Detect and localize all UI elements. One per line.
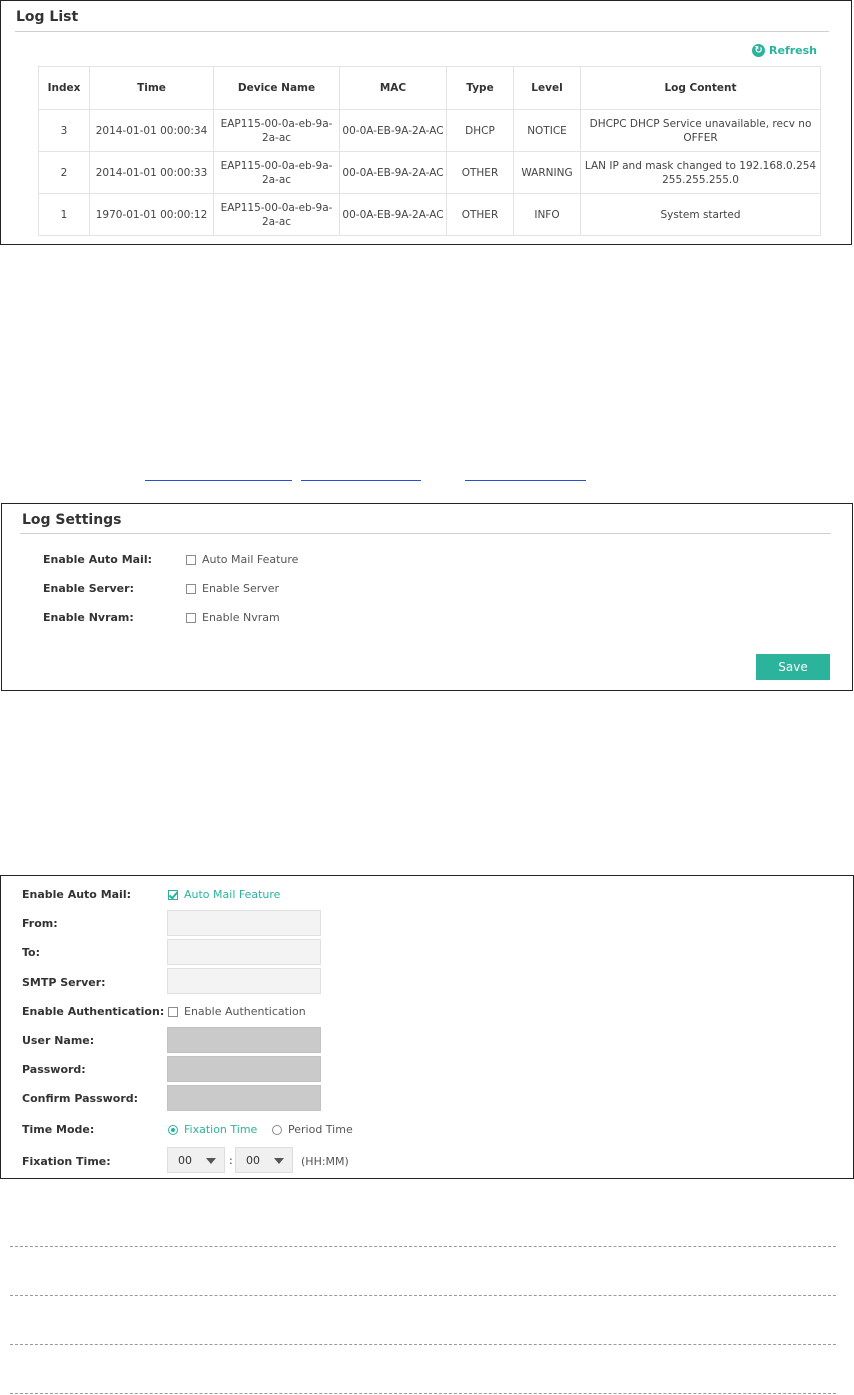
password-field xyxy=(167,1056,321,1082)
table-row: 3 2014-01-01 00:00:34 EAP115-00-0a-eb-9a… xyxy=(38,109,821,152)
dashed-divider xyxy=(10,1344,836,1345)
link-underline-2[interactable] xyxy=(301,480,421,481)
minute-select[interactable]: 00 xyxy=(235,1147,293,1173)
cell-device-name: EAP115-00-0a-eb-9a-2a-ac xyxy=(213,109,340,152)
cell-mac: 00-0A-EB-9A-2A-AC xyxy=(339,109,447,152)
cell-log-content: LAN IP and mask changed to 192.168.0.254… xyxy=(580,151,821,194)
period-time-option: Period Time xyxy=(288,1123,353,1136)
user-name-label: User Name: xyxy=(22,1034,95,1047)
password-label: Password: xyxy=(22,1063,86,1076)
cell-type: DHCP xyxy=(446,109,514,152)
cell-time: 2014-01-01 00:00:34 xyxy=(89,109,214,152)
column-header-mac[interactable]: MAC xyxy=(339,66,447,110)
smtp-server-field[interactable] xyxy=(167,968,321,994)
log-list-divider xyxy=(15,31,829,32)
enable-server-label: Enable Server: xyxy=(43,582,134,595)
radio-icon xyxy=(272,1124,282,1135)
auto-mail-panel xyxy=(0,875,854,1179)
checkbox-icon xyxy=(168,1006,178,1017)
dropdown-caret-icon xyxy=(206,1158,216,1164)
enable-authentication-label: Enable Authentication: xyxy=(22,1005,165,1018)
cell-level: WARNING xyxy=(513,151,581,194)
cell-index: 2 xyxy=(38,151,90,194)
link-underline-3[interactable] xyxy=(465,480,586,481)
cell-mac: 00-0A-EB-9A-2A-AC xyxy=(339,193,447,236)
dashed-divider xyxy=(10,1393,836,1394)
server-option: Enable Server xyxy=(202,582,280,595)
enable-nvram-label: Enable Nvram: xyxy=(43,611,134,624)
refresh-label: Refresh xyxy=(769,44,817,57)
dashed-divider xyxy=(10,1246,836,1247)
column-header-device-name[interactable]: Device Name xyxy=(213,66,340,110)
link-underline-1[interactable] xyxy=(145,480,292,481)
cell-log-content: DHCPC DHCP Service unavailable, recv no … xyxy=(580,109,821,152)
log-settings-title: Log Settings xyxy=(22,512,122,528)
hour-select[interactable]: 00 xyxy=(167,1147,225,1173)
cell-level: INFO xyxy=(513,193,581,236)
auto-mail-checkbox[interactable]: Auto Mail Feature xyxy=(168,888,280,901)
table-row: 1 1970-01-01 00:00:12 EAP115-00-0a-eb-9a… xyxy=(38,193,821,236)
cell-index: 1 xyxy=(38,193,90,236)
authentication-option: Enable Authentication xyxy=(184,1005,306,1018)
cell-type: OTHER xyxy=(446,193,514,236)
cell-level: NOTICE xyxy=(513,109,581,152)
cell-type: OTHER xyxy=(446,151,514,194)
dashed-divider xyxy=(10,1295,836,1296)
cell-device-name: EAP115-00-0a-eb-9a-2a-ac xyxy=(213,151,340,194)
column-header-time[interactable]: Time xyxy=(89,66,214,110)
auto-mail-option: Auto Mail Feature xyxy=(184,888,281,901)
column-header-type[interactable]: Type xyxy=(446,66,514,110)
column-header-index[interactable]: Index xyxy=(38,66,90,110)
enable-auto-mail-label: Enable Auto Mail: xyxy=(22,888,132,901)
time-mode-label: Time Mode: xyxy=(22,1123,95,1136)
fixation-time-label: Fixation Time: xyxy=(22,1155,111,1168)
from-label: From: xyxy=(22,917,58,930)
user-name-field xyxy=(167,1027,321,1053)
cell-index: 3 xyxy=(38,109,90,152)
cell-time: 1970-01-01 00:00:12 xyxy=(89,193,214,236)
auto-mail-checkbox[interactable]: Auto Mail Feature xyxy=(186,553,298,566)
log-table: Index Time Device Name MAC Type Level Lo… xyxy=(38,66,821,236)
smtp-server-label: SMTP Server: xyxy=(22,976,106,989)
dropdown-caret-icon xyxy=(274,1158,284,1164)
cell-log-content: System started xyxy=(580,193,821,236)
enable-authentication-checkbox[interactable]: Enable Authentication xyxy=(168,1005,306,1018)
checkbox-checked-icon xyxy=(168,889,178,900)
save-button[interactable]: Save xyxy=(756,654,830,680)
to-label: To: xyxy=(22,946,40,959)
confirm-password-field xyxy=(167,1085,321,1111)
enable-auto-mail-label: Enable Auto Mail: xyxy=(43,553,153,566)
table-header-row: Index Time Device Name MAC Type Level Lo… xyxy=(38,66,821,110)
enable-nvram-checkbox[interactable]: Enable Nvram xyxy=(186,611,280,624)
time-format-hint: (HH:MM) xyxy=(301,1155,349,1168)
table-row: 2 2014-01-01 00:00:33 EAP115-00-0a-eb-9a… xyxy=(38,151,821,194)
confirm-password-label: Confirm Password: xyxy=(22,1092,139,1105)
auto-mail-option: Auto Mail Feature xyxy=(202,553,299,566)
hour-value: 00 xyxy=(178,1153,192,1167)
fixation-time-radio[interactable]: Fixation Time xyxy=(168,1123,257,1136)
time-separator: : xyxy=(229,1154,233,1167)
log-list-panel: Log List ↻ Refresh Index Time Device Nam… xyxy=(0,0,852,245)
period-time-radio[interactable]: Period Time xyxy=(272,1123,353,1136)
cell-time: 2014-01-01 00:00:33 xyxy=(89,151,214,194)
to-field[interactable] xyxy=(167,939,321,965)
radio-selected-icon xyxy=(168,1124,178,1135)
minute-value: 00 xyxy=(246,1153,260,1167)
checkbox-icon xyxy=(186,554,196,565)
column-header-log-content[interactable]: Log Content xyxy=(580,66,821,110)
checkbox-icon xyxy=(186,583,196,594)
refresh-button[interactable]: ↻ Refresh xyxy=(752,44,817,57)
checkbox-icon xyxy=(186,612,196,623)
cell-mac: 00-0A-EB-9A-2A-AC xyxy=(339,151,447,194)
log-settings-panel: Log Settings Enable Auto Mail: Auto Mail… xyxy=(1,503,853,691)
fixation-time-option: Fixation Time xyxy=(184,1123,258,1136)
nvram-option: Enable Nvram xyxy=(202,611,280,624)
log-settings-divider xyxy=(20,533,831,534)
from-field[interactable] xyxy=(167,910,321,936)
column-header-level[interactable]: Level xyxy=(513,66,581,110)
refresh-icon: ↻ xyxy=(752,44,766,57)
enable-server-checkbox[interactable]: Enable Server xyxy=(186,582,279,595)
log-list-title: Log List xyxy=(16,9,79,25)
cell-device-name: EAP115-00-0a-eb-9a-2a-ac xyxy=(213,193,340,236)
